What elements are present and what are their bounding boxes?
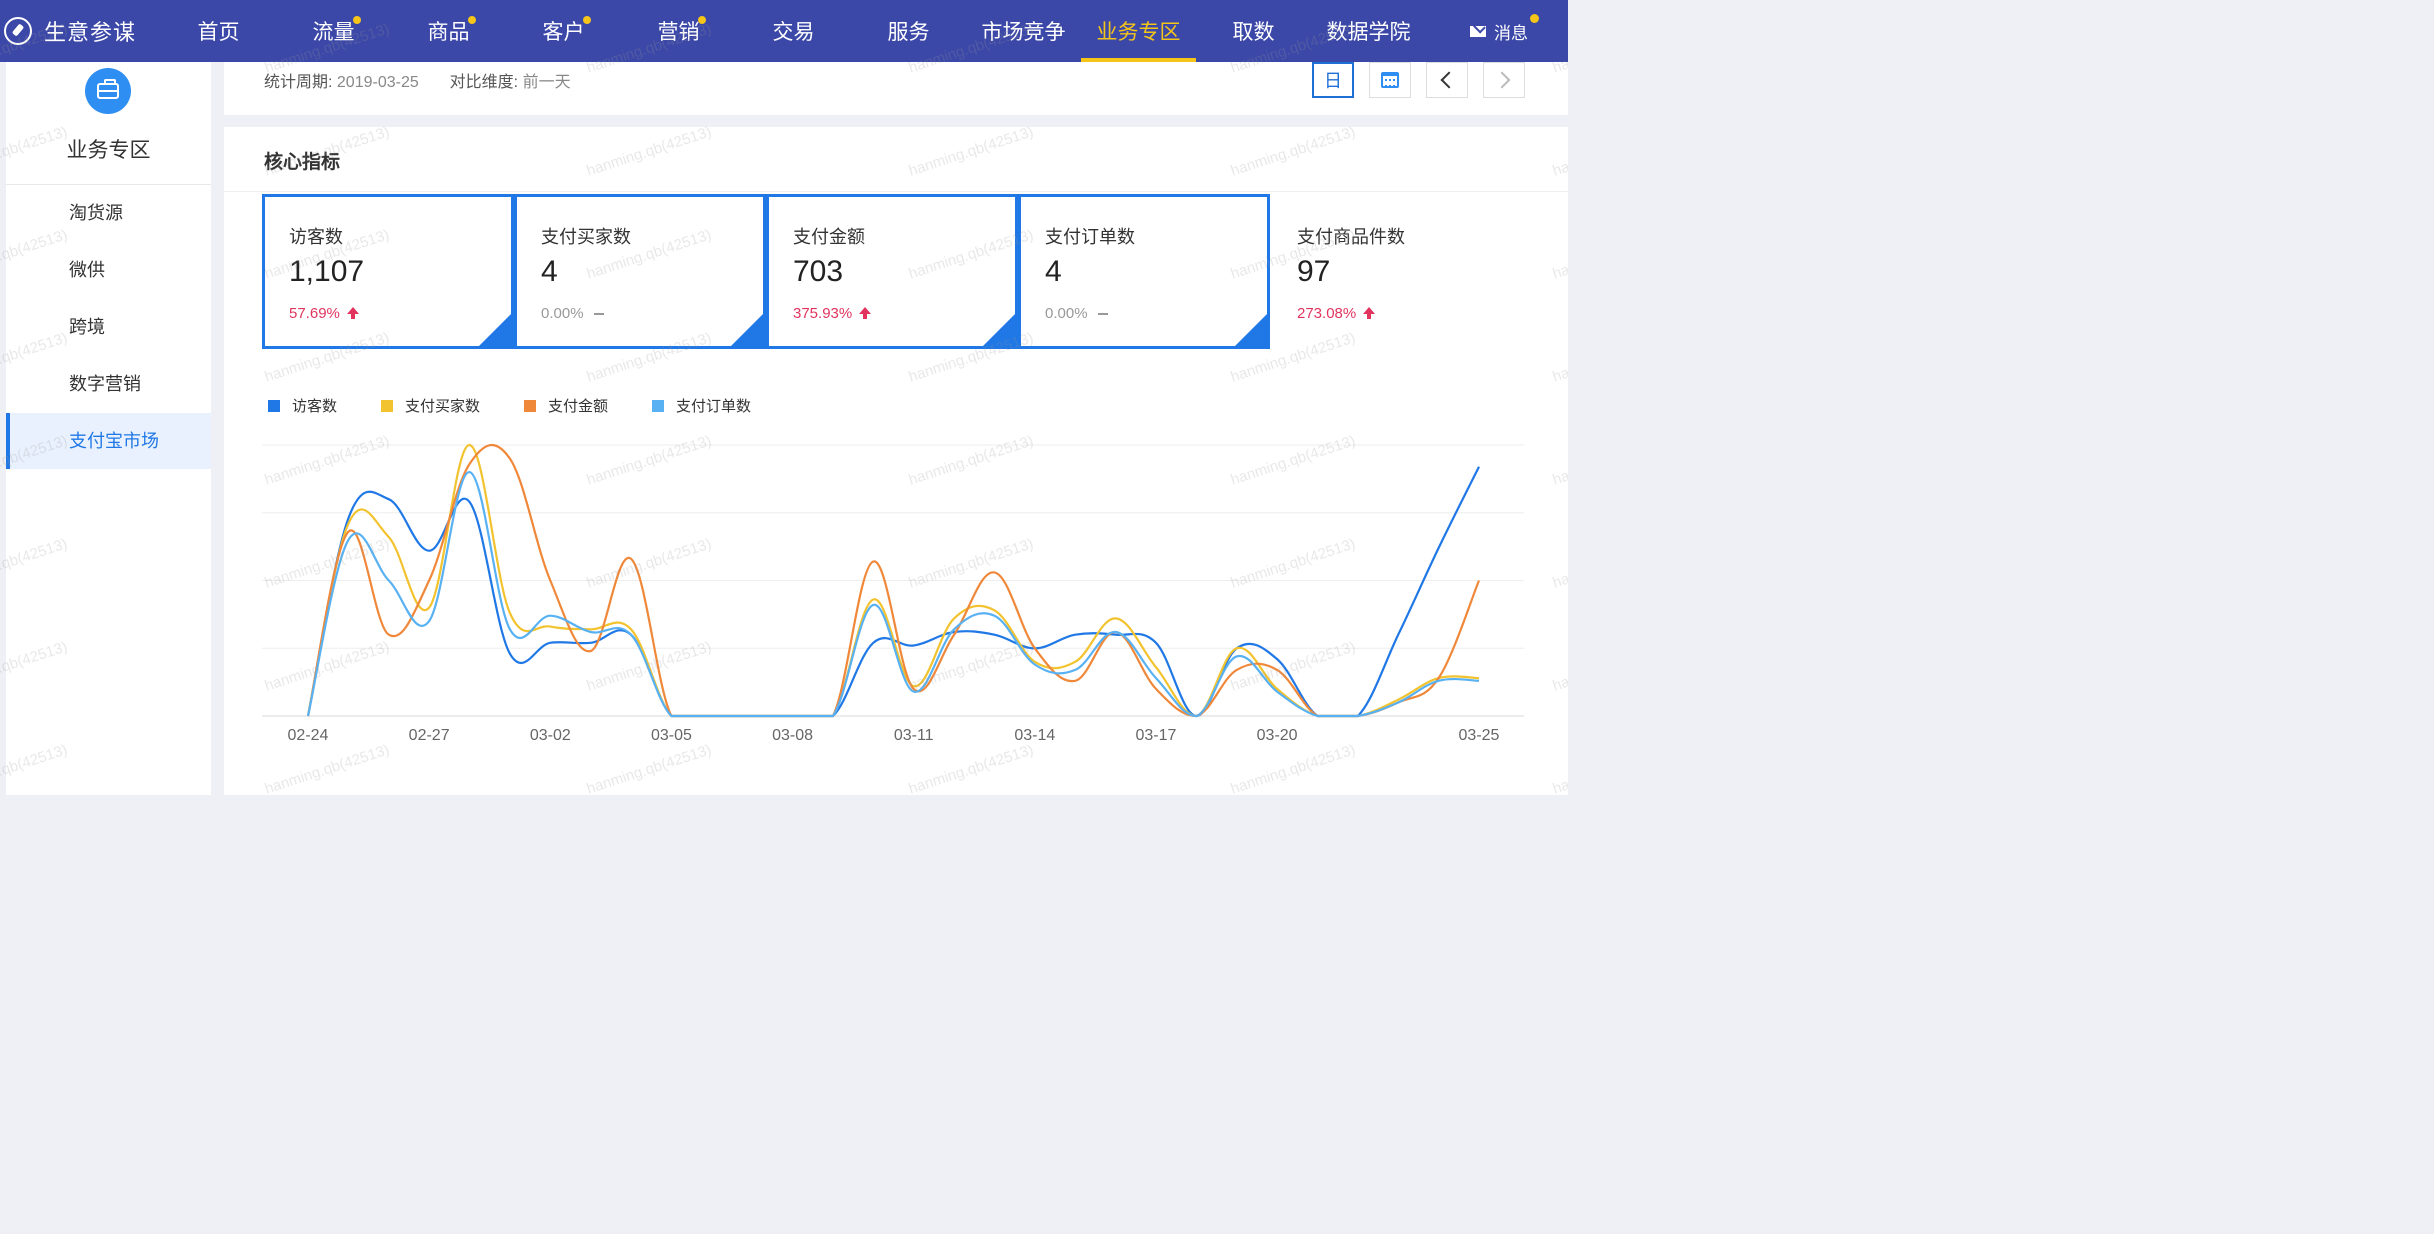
sidebar-item[interactable]: 数字营销 bbox=[6, 356, 211, 412]
x-tick-label: 02-24 bbox=[288, 727, 329, 744]
sidebar-item[interactable]: 支付宝市场 bbox=[6, 413, 211, 469]
sidebar: 业务专区 淘货源 微供 跨境 数字营销 支付宝市场 bbox=[6, 62, 211, 795]
chevron-left-icon bbox=[1440, 71, 1458, 89]
x-tick-label: 03-20 bbox=[1257, 727, 1298, 744]
nav-item-label: 首页 bbox=[197, 21, 240, 44]
nav-item[interactable]: 服务 bbox=[851, 0, 966, 62]
compare-label: 对比维度: bbox=[449, 74, 519, 91]
x-tick-label: 03-25 bbox=[1459, 727, 1500, 744]
notification-dot bbox=[352, 16, 361, 24]
sidebar-item[interactable]: 微供 bbox=[6, 242, 211, 298]
calendar-button[interactable] bbox=[1369, 62, 1411, 98]
sidebar-title: 业务专区 bbox=[66, 139, 151, 162]
messages-button[interactable]: 消息 bbox=[1470, 0, 1539, 62]
trend-chart: 02-24 02-27 03-02 03-05 03-08 03-11 03-14 03-17… bbox=[262, 443, 1524, 744]
notification-dot bbox=[582, 16, 591, 24]
previous-day-button[interactable] bbox=[1426, 62, 1468, 98]
brand-name: 生意参谋 bbox=[44, 20, 137, 45]
x-tick-label: 03-08 bbox=[772, 727, 813, 744]
nav-item-label: 服务 bbox=[887, 21, 930, 44]
next-day-button[interactable] bbox=[1483, 62, 1525, 98]
nav-item[interactable]: 营销 bbox=[621, 0, 736, 62]
compare-value: 前一天 bbox=[522, 74, 571, 91]
briefcase-icon bbox=[85, 68, 131, 114]
nav-item[interactable]: 首页 bbox=[161, 0, 276, 62]
sidebar-item[interactable]: 跨境 bbox=[6, 299, 211, 355]
messages-label: 消息 bbox=[1494, 23, 1528, 43]
calendar-icon bbox=[1381, 72, 1399, 88]
notification-dot bbox=[697, 16, 706, 24]
chevron-right-icon bbox=[1493, 71, 1511, 89]
period-info: 统计周期: 2019-03-25 对比维度: 前一天 bbox=[264, 68, 571, 92]
core-metrics-card: 核心指标 访客数 1,107 57.69% 支付买家数 4 0.00% 支付金额 703 375… bbox=[224, 127, 1568, 795]
period-label: 统计周期: bbox=[264, 74, 333, 91]
x-tick-label: 03-02 bbox=[530, 727, 571, 744]
nav-items: 首页 流量 商品 客户 营销 交易 服务 市场竞争 业务专区 取数 数据学院 bbox=[161, 0, 1426, 62]
top-navigation: 生意参谋 首页 流量 商品 客户 营销 交易 服务 市场竞争 业务专区 取数 数据学院 消息 bbox=[0, 0, 1568, 62]
x-tick-label: 03-14 bbox=[1014, 727, 1055, 744]
nav-item[interactable]: 流量 bbox=[276, 0, 391, 62]
x-tick-label: 03-05 bbox=[651, 727, 692, 744]
nav-item-label: 取数 bbox=[1232, 21, 1275, 44]
series-line bbox=[306, 466, 1480, 718]
nav-item[interactable]: 数据学院 bbox=[1311, 0, 1426, 62]
notification-dot bbox=[1530, 14, 1539, 23]
compass-icon bbox=[4, 17, 32, 45]
x-tick-label: 03-17 bbox=[1136, 727, 1177, 744]
day-button[interactable]: 日 bbox=[1312, 62, 1354, 98]
nav-item[interactable]: 商品 bbox=[391, 0, 506, 62]
period-value: 2019-03-25 bbox=[336, 74, 419, 91]
nav-item-label: 市场竞争 bbox=[981, 21, 1066, 44]
nav-item-label: 流量 bbox=[312, 21, 355, 44]
series-line bbox=[306, 471, 1480, 718]
x-tick-label: 02-27 bbox=[409, 727, 450, 744]
nav-item[interactable]: 业务专区 bbox=[1081, 0, 1196, 62]
nav-item[interactable]: 交易 bbox=[736, 0, 851, 62]
notification-dot bbox=[467, 16, 476, 24]
nav-item[interactable]: 客户 bbox=[506, 0, 621, 62]
nav-item-label: 商品 bbox=[427, 21, 470, 44]
nav-item[interactable]: 市场竞争 bbox=[966, 0, 1081, 62]
period-bar: 统计周期: 2019-03-25 对比维度: 前一天 日 bbox=[224, 62, 1568, 115]
brand[interactable]: 生意参谋 bbox=[0, 0, 164, 62]
nav-item-label: 数据学院 bbox=[1326, 21, 1411, 44]
nav-item-label: 业务专区 bbox=[1096, 21, 1181, 44]
x-tick-label: 03-11 bbox=[894, 727, 934, 744]
sidebar-item[interactable]: 淘货源 bbox=[6, 185, 211, 241]
mail-icon bbox=[1470, 25, 1486, 37]
nav-item-label: 客户 bbox=[542, 21, 585, 44]
nav-item-label: 营销 bbox=[657, 21, 700, 44]
nav-item-label: 交易 bbox=[772, 21, 815, 44]
nav-item[interactable]: 取数 bbox=[1196, 0, 1311, 62]
